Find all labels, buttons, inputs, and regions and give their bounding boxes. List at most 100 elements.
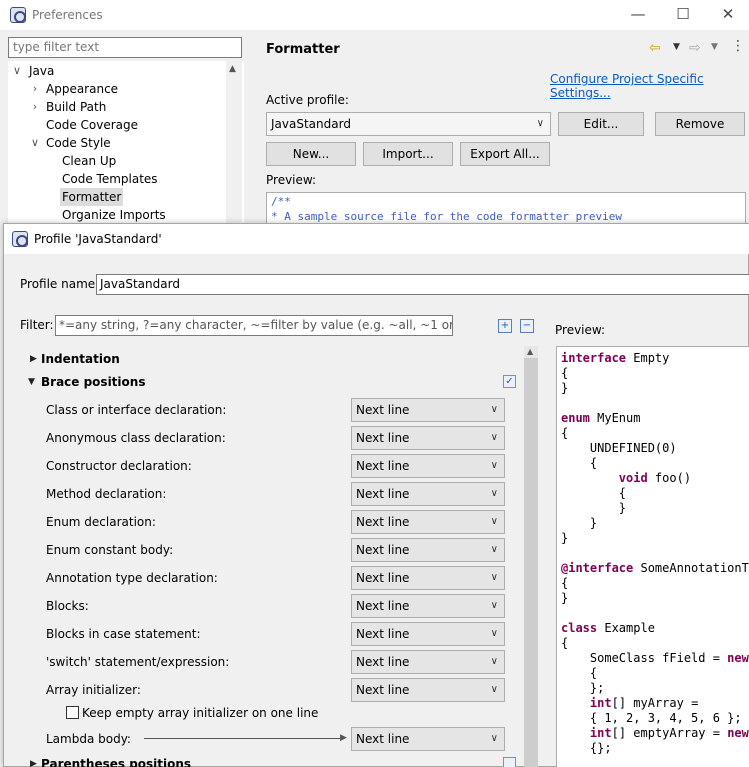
dialog-title: Profile 'JavaStandard' [34,232,162,246]
preferences-titlebar: Preferences — ☐ ✕ [0,0,749,30]
tree-item-code-templates[interactable]: Code Templates [62,170,158,188]
arrow-right-icon: ▶ [340,733,347,743]
chevron-down-icon: ∨ [490,572,498,583]
chevron-down-icon: ∨ [490,460,498,471]
option-label: Enum declaration: [46,515,156,529]
back-arrow-icon[interactable]: ⇦ [649,40,661,56]
eclipse-app-icon [10,7,26,23]
option-select[interactable]: Next line ∨ [351,482,505,506]
active-profile-label: Active profile: [266,93,349,107]
option-label: Array initializer: [46,683,141,697]
code-line: { [561,486,627,500]
forward-menu-icon[interactable]: ▼ [711,42,718,52]
section-brace-positions[interactable]: Brace positions [41,375,145,389]
tree-item-organize-imports[interactable]: Organize Imports [62,206,166,224]
tree-item-formatter[interactable]: Formatter [60,188,124,206]
code-line: {}; [561,741,612,755]
export-all-button[interactable]: Export All... [460,142,550,166]
code-line: } [561,516,598,530]
option-select[interactable]: Next line ∨ [351,622,505,646]
option-select[interactable]: Next line ∨ [351,650,505,674]
expand-triangle-icon[interactable]: ▶ [30,759,37,767]
lambda-connector-line [144,738,344,739]
option-select[interactable]: Next line ∨ [351,678,505,702]
options-filter-input[interactable]: *=any string, ?=any character, ~=filter … [55,315,453,336]
section-modified-icon [503,757,516,767]
option-select[interactable]: Next line ∨ [351,566,505,590]
scroll-up-icon[interactable]: ▲ [527,347,533,356]
code-line: enum MyEnum [561,411,641,425]
option-label: Anonymous class declaration: [46,431,226,445]
page-title: Formatter [266,42,340,57]
scroll-up-icon[interactable]: ▲ [229,64,236,74]
tree-item-code-coverage[interactable]: Code Coverage [46,116,138,134]
code-line: int[] emptyArray = new [589,726,749,740]
option-select[interactable]: Next line ∨ [351,426,505,450]
code-line: { 1, 2, 3, 4, 5, 6 }; [561,711,742,725]
option-select[interactable]: Next line ∨ [351,398,505,422]
code-line: @interface SomeAnnotationTy [561,561,749,575]
back-menu-icon[interactable]: ▼ [673,42,680,52]
code-line: { [561,456,598,470]
chevron-down-icon: ∨ [536,118,544,129]
option-select[interactable]: Next line ∨ [351,454,505,478]
collapse-all-icon[interactable]: − [520,319,534,333]
code-line: { [561,576,569,590]
section-indentation[interactable]: Indentation [41,352,120,366]
option-select[interactable]: Next line ∨ [351,594,505,618]
options-scrollbar-thumb[interactable] [524,358,538,767]
keep-empty-array-checkbox[interactable] [66,706,79,719]
minimize-icon[interactable]: — [624,2,652,26]
code-line: { [561,366,569,380]
tree-item-clean-up[interactable]: Clean Up [62,152,116,170]
preferences-filter-input[interactable]: type filter text [8,37,242,58]
chevron-down-icon: ∨ [490,733,498,744]
import-button[interactable]: Import... [363,142,453,166]
option-label: Lambda body: [46,732,131,746]
chevron-down-icon: ∨ [490,684,498,695]
expand-triangle-icon[interactable]: ▶ [30,354,37,364]
filter-label: Filter: [20,318,54,332]
tree-scrollbar[interactable]: ▲ [226,61,242,231]
code-line: }; [561,681,605,695]
chevron-down-icon[interactable]: ∨ [12,62,22,80]
dialog-preview-label: Preview: [555,323,606,337]
option-label: Blocks: [46,599,89,613]
option-select[interactable]: Next line ∨ [351,538,505,562]
section-modified-icon: ✓ [503,375,516,388]
new-profile-button[interactable]: New... [266,142,356,166]
option-select[interactable]: Next line ∨ [351,510,505,534]
chevron-down-icon: ∨ [490,600,498,611]
profile-name-input[interactable]: JavaStandard [96,274,749,295]
keep-empty-array-label: Keep empty array initializer on one line [82,706,319,720]
maximize-icon[interactable]: ☐ [669,2,697,26]
collapse-triangle-icon[interactable]: ▼ [28,377,35,387]
option-select[interactable]: Next line ∨ [351,727,505,751]
close-icon[interactable]: ✕ [714,2,742,26]
chevron-down-icon: ∨ [490,544,498,555]
profile-name-label: Profile name: [20,277,100,291]
expand-all-icon[interactable]: + [498,319,512,333]
configure-project-link[interactable]: Configure Project Specific Settings... [550,72,749,100]
code-preview: interface Empty{} enum MyEnum{ UNDEFINED(… [556,346,749,767]
chevron-right-icon[interactable]: › [30,80,40,98]
profile-dialog: Profile 'JavaStandard' Profile name: Jav… [3,223,749,767]
forward-arrow-icon[interactable]: ⇨ [689,40,701,56]
option-label: Enum constant body: [46,543,174,557]
code-line: UNDEFINED(0) [561,441,677,455]
edit-button[interactable]: Edit... [558,112,644,136]
active-profile-select[interactable]: JavaStandard ∨ [266,112,551,136]
chevron-down-icon: ∨ [490,628,498,639]
section-parentheses-positions[interactable]: Parentheses positions [41,757,191,767]
chevron-down-icon: ∨ [490,404,498,415]
remove-button[interactable]: Remove [655,112,745,136]
option-label: Class or interface declaration: [46,403,227,417]
chevron-right-icon[interactable]: › [30,98,40,116]
code-line: } [561,381,569,395]
preview-line: * A sample source file for the code form… [271,210,622,223]
view-menu-icon[interactable]: ⋮ [731,38,745,54]
code-line: } [561,531,569,545]
preview-label: Preview: [266,173,317,187]
code-line: interface Empty [561,351,670,365]
chevron-down-icon[interactable]: ∨ [30,134,40,152]
